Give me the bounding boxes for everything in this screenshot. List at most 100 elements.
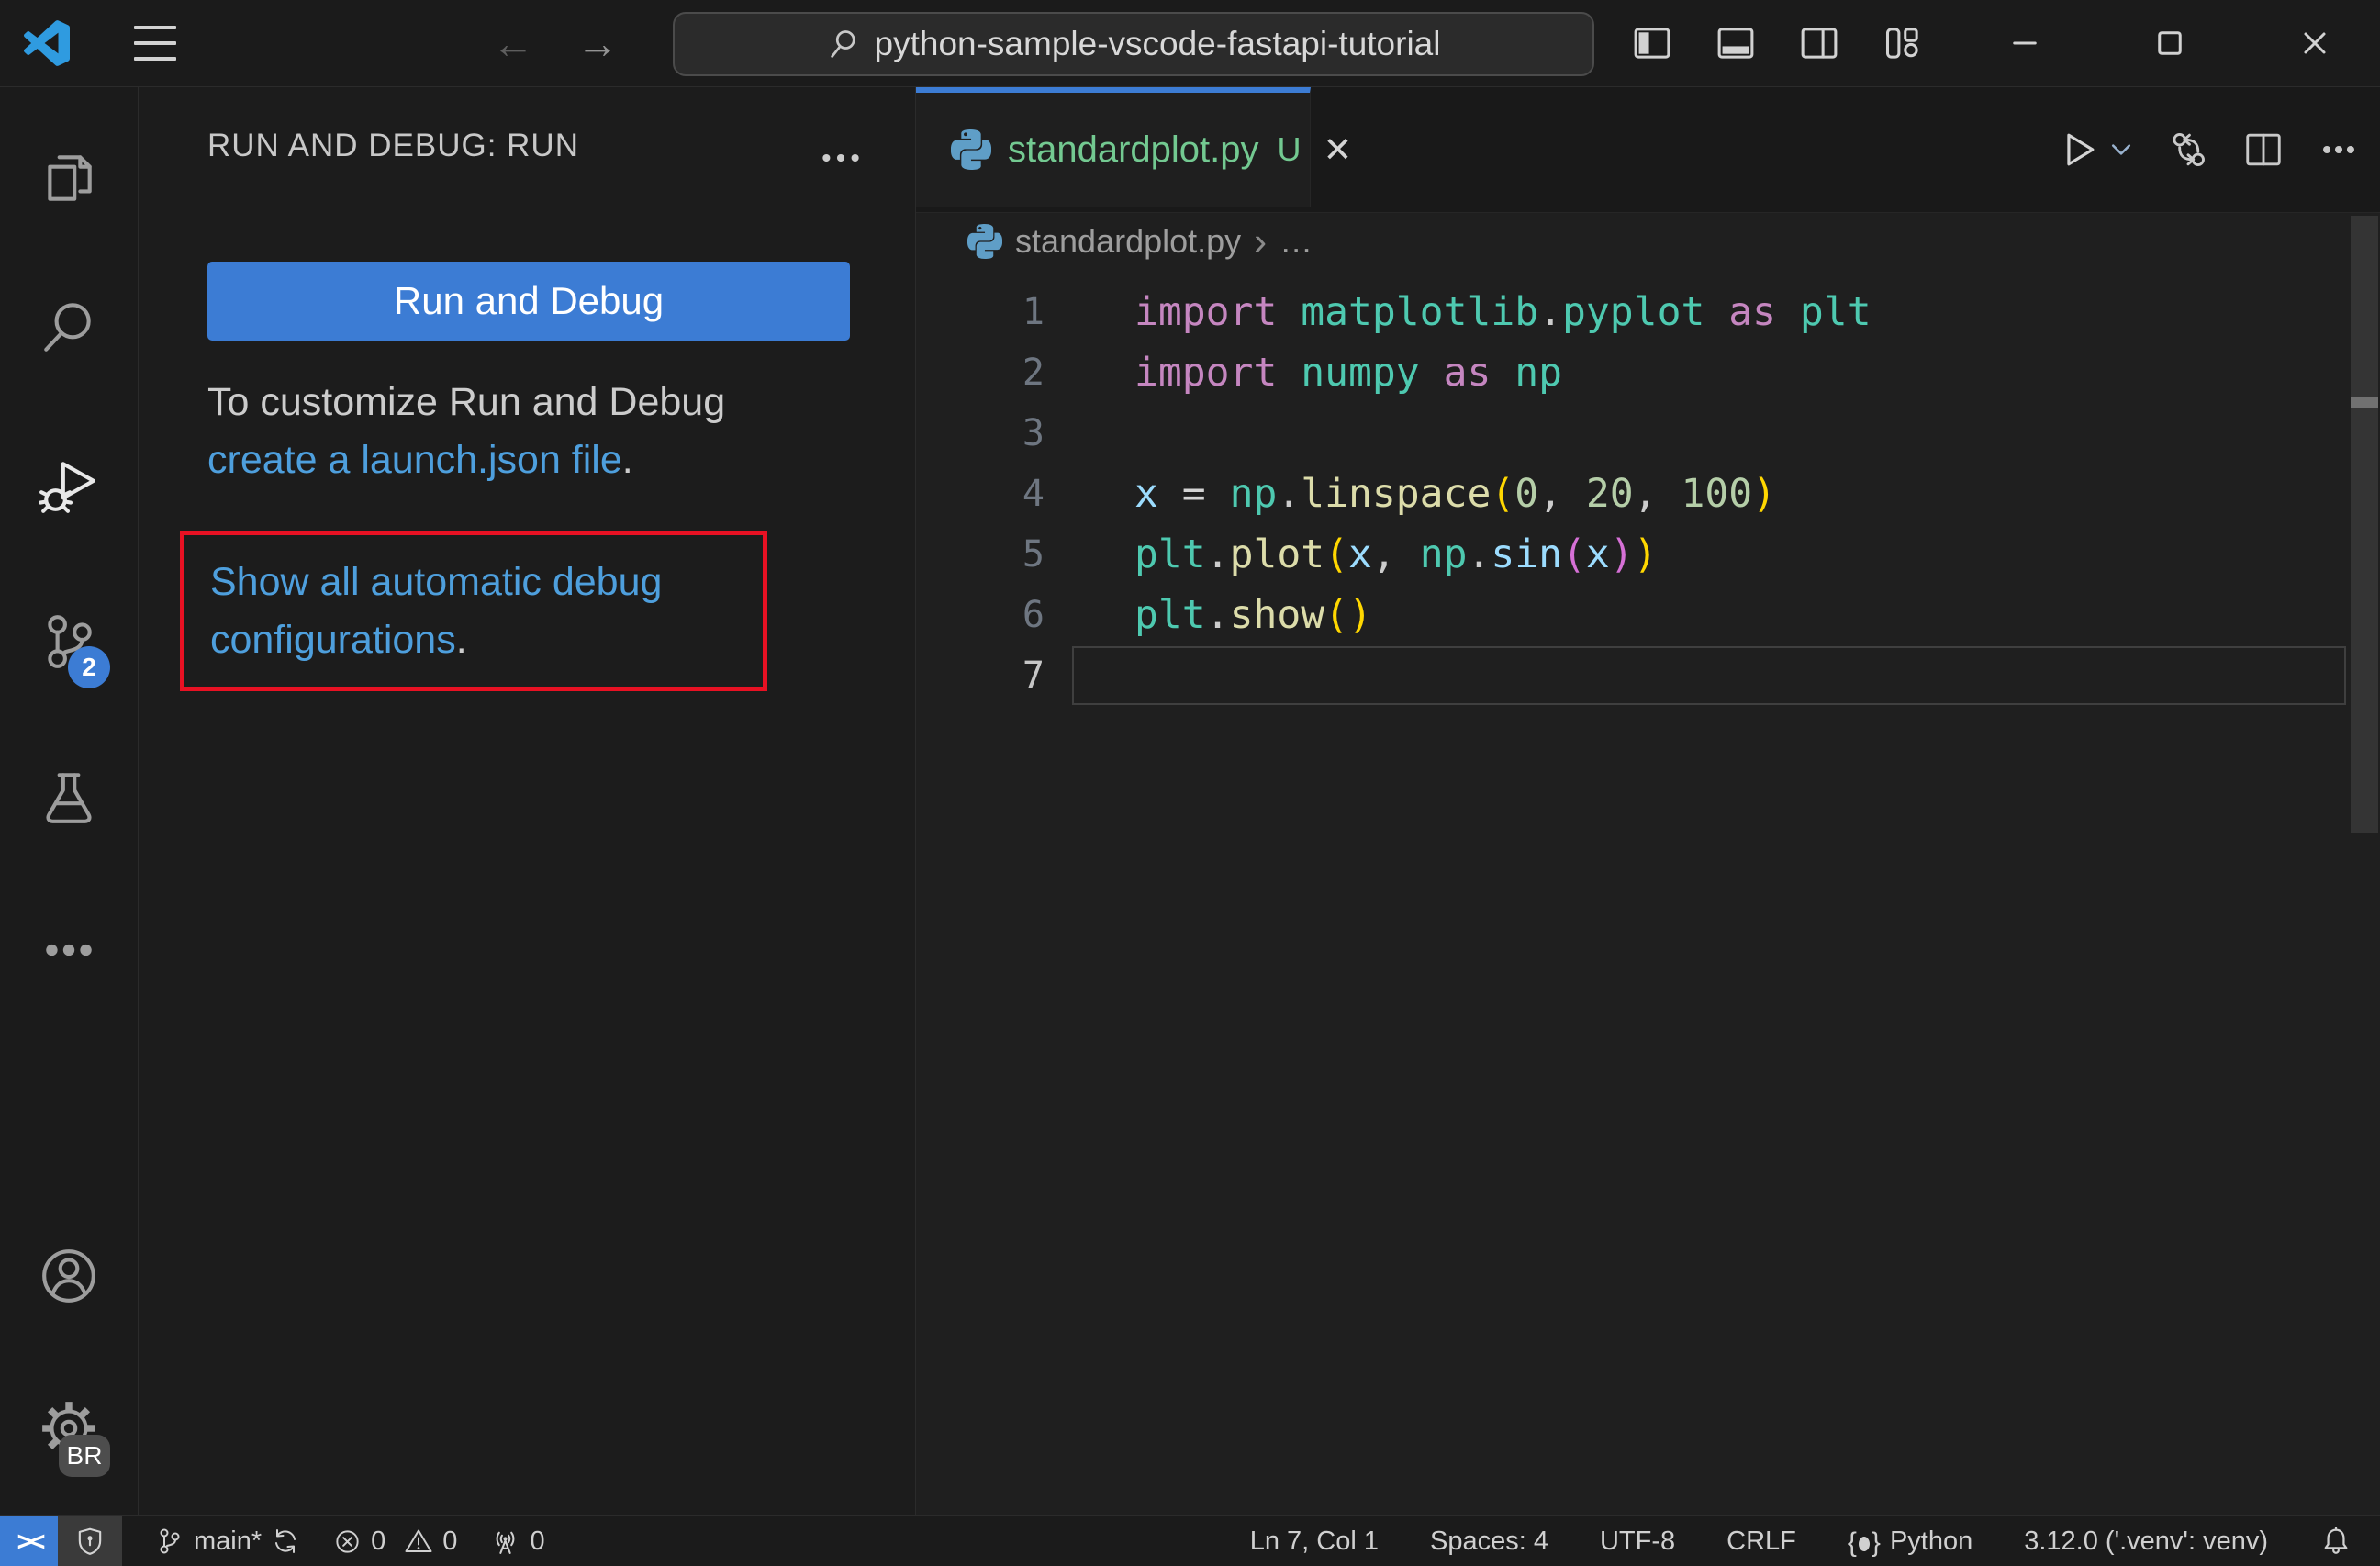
language-mode[interactable]: {} Python (1848, 1516, 1972, 1566)
cursor-position[interactable]: Ln 7, Col 1 (1250, 1516, 1379, 1566)
customize-layout-icon[interactable] (1883, 23, 1923, 63)
line-number: 6 (1022, 594, 1045, 636)
line-number: 1 (1022, 291, 1045, 333)
source-control-badge: 2 (68, 646, 110, 688)
code-text: plt.plot(x, np.sin(x)) (1134, 531, 1658, 577)
show-debug-configs-link-line1[interactable]: Show all automatic debug (210, 560, 662, 604)
more-views-icon[interactable] (39, 920, 99, 980)
tab-close-icon[interactable]: ✕ (1324, 129, 1353, 171)
python-file-icon (951, 129, 991, 170)
run-dropdown-chevron-icon (2111, 144, 2131, 155)
back-arrow-icon[interactable]: ← (492, 0, 534, 86)
views-and-more-actions-icon[interactable] (818, 135, 864, 181)
highlight-red-box: Show all automatic debug configurations. (180, 531, 767, 691)
tab-strip: standardplot.py U ✕ (916, 87, 2380, 213)
tab-untracked-indicator: U (1277, 130, 1302, 168)
python-interpreter[interactable]: 3.12.0 ('.venv': venv) (2024, 1516, 2268, 1566)
explorer-icon[interactable] (39, 148, 99, 208)
breadcrumb-chevron-icon: › (1254, 219, 1268, 263)
code-line-5[interactable]: 5 plt.plot(x, np.sin(x)) (916, 524, 2380, 585)
indentation[interactable]: Spaces: 4 (1430, 1516, 1548, 1566)
scrollbar-marker (2351, 397, 2378, 408)
error-count: 0 (371, 1526, 386, 1556)
code-line-6[interactable]: 6 plt.show() (916, 585, 2380, 645)
remote-indicator[interactable]: >< (0, 1516, 58, 1566)
python-file-icon-small (967, 224, 1002, 259)
code-line-7[interactable]: 7 (916, 645, 2380, 706)
forward-arrow-icon[interactable]: → (576, 0, 619, 86)
line-number: 2 (1022, 352, 1045, 394)
breadcrumb-file[interactable]: standardplot.py (1015, 222, 1241, 261)
ports-count: 0 (530, 1526, 545, 1556)
accounts-icon[interactable] (39, 1246, 99, 1306)
link-period: . (455, 617, 467, 662)
code-line-4[interactable]: 4 x = np.linspace(0, 20, 100) (916, 464, 2380, 524)
notifications-bell-icon[interactable] (2319, 1516, 2352, 1566)
tab-standardplot[interactable]: standardplot.py U ✕ (916, 87, 1352, 207)
breadcrumb-symbol-ellipsis[interactable]: … (1279, 222, 1313, 261)
run-python-file-button[interactable] (2057, 129, 2134, 171)
minimize-button[interactable] (1997, 0, 2052, 86)
more-actions-icon[interactable] (2318, 129, 2360, 171)
sync-icon (275, 1529, 296, 1553)
search-value: python-sample-vscode-fastapi-tutorial (874, 25, 1441, 62)
editor-toolbar (2057, 87, 2360, 212)
profile-badge: BR (59, 1435, 110, 1477)
braces-icon: {} (1847, 1527, 1881, 1558)
errors-icon (336, 1529, 359, 1553)
branch-name: main* (194, 1526, 263, 1556)
branch-item[interactable]: main* (155, 1516, 300, 1566)
command-center-search[interactable]: python-sample-vscode-fastapi-tutorial (673, 12, 1594, 76)
line-number: 7 (1022, 654, 1045, 697)
activity-bar: 2 BR (0, 87, 139, 1515)
eol-sequence[interactable]: CRLF (1726, 1516, 1796, 1566)
code-line-1[interactable]: 1 import matplotlib.pyplot as plt (916, 282, 2380, 342)
toggle-secondary-sidebar-icon[interactable] (1799, 23, 1839, 63)
warnings-icon (405, 1529, 432, 1552)
search-icon (827, 28, 860, 61)
language-label: Python (1889, 1526, 1973, 1556)
code-text: plt.show() (1134, 592, 1372, 638)
editor-group: standardplot.py U ✕ standardplot.py › … … (916, 87, 2380, 1515)
editor-scrollbar[interactable] (2351, 216, 2378, 833)
code-text: x = np.linspace(0, 20, 100) (1134, 471, 1777, 517)
run-and-debug-sidebar: RUN AND DEBUG: RUN Run and Debug To cust… (139, 87, 916, 1515)
split-editor-icon[interactable] (2242, 129, 2285, 171)
radio-tower-icon (497, 1531, 515, 1554)
line-number: 5 (1022, 533, 1045, 576)
line-number: 3 (1022, 412, 1045, 454)
run-and-debug-button[interactable]: Run and Debug (207, 262, 850, 341)
status-bar: >< main* 0 0 0 Ln 7, Col 1 Spaces: 4 UTF… (0, 1515, 2380, 1566)
encoding[interactable]: UTF-8 (1600, 1516, 1675, 1566)
line-number: 4 (1022, 473, 1045, 515)
code-area[interactable]: 1 import matplotlib.pyplot as plt 2 import … (916, 282, 2380, 706)
git-branch-icon (160, 1528, 180, 1554)
status-left: >< main* 0 0 0 (0, 1516, 545, 1566)
workspace-trust-item[interactable] (58, 1516, 122, 1566)
code-text: import numpy as np (1134, 350, 1563, 396)
tab-file-name: standardplot.py (1008, 129, 1259, 170)
breadcrumb[interactable]: standardplot.py › … (916, 213, 2380, 270)
problems-item[interactable]: 0 0 (333, 1516, 457, 1566)
code-line-2[interactable]: 2 import numpy as np (916, 342, 2380, 403)
create-launch-json-link[interactable]: create a launch.json file (207, 438, 622, 482)
code-line-3[interactable]: 3 (916, 403, 2380, 464)
code-text: import matplotlib.pyplot as plt (1134, 289, 1872, 335)
show-debug-configs-link-line2[interactable]: configurations (210, 618, 456, 662)
open-changes-icon[interactable] (2167, 129, 2209, 171)
menu-icon[interactable] (134, 26, 176, 61)
toggle-primary-sidebar-icon[interactable] (1632, 23, 1672, 63)
maximize-button[interactable] (2142, 0, 2197, 86)
title-bar: ← → python-sample-vscode-fastapi-tutoria… (0, 0, 2380, 87)
ports-item[interactable]: 0 (490, 1516, 545, 1566)
vscode-logo-icon (24, 20, 70, 66)
hint-period: . (621, 438, 633, 482)
close-window-button[interactable] (2287, 0, 2342, 86)
testing-icon[interactable] (39, 767, 99, 828)
customize-hint-text: To customize Run and Debug create a laun… (207, 374, 725, 489)
toggle-panel-icon[interactable] (1715, 23, 1756, 63)
warning-count: 0 (442, 1526, 458, 1556)
status-right: Ln 7, Col 1 Spaces: 4 UTF-8 CRLF {} Pyth… (1250, 1516, 2380, 1566)
run-and-debug-icon[interactable] (39, 456, 99, 517)
search-sidebar-icon[interactable] (39, 296, 99, 357)
